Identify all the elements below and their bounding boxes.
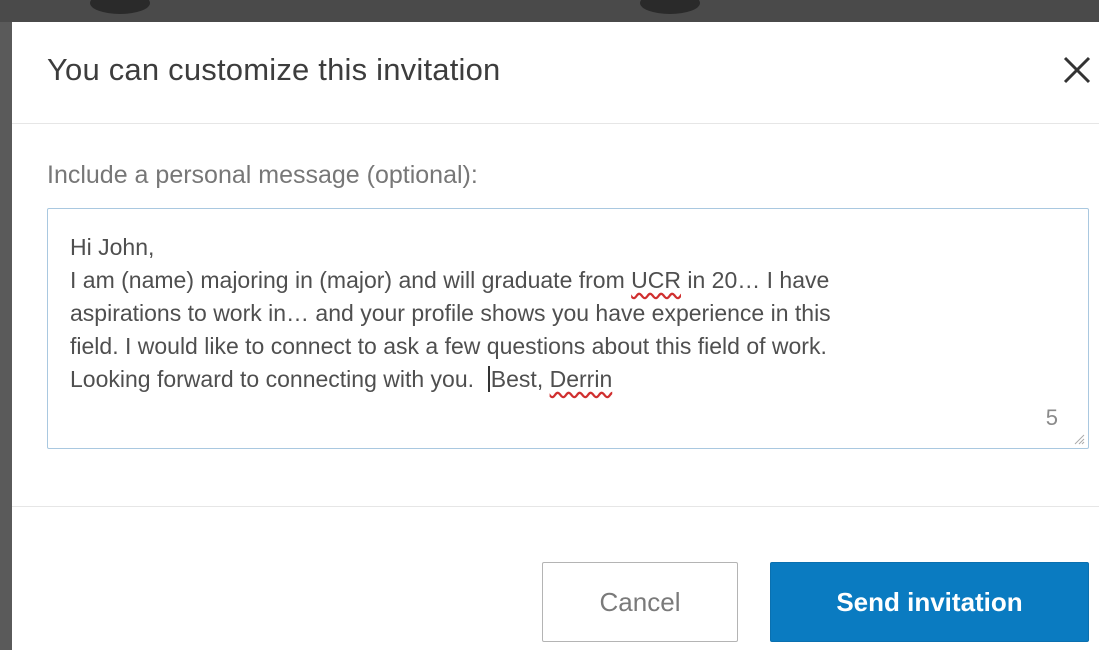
spellcheck-word: UCR xyxy=(631,267,681,293)
character-count: 5 xyxy=(1045,405,1058,430)
send-invitation-button[interactable]: Send invitation xyxy=(770,562,1089,642)
resize-handle-icon[interactable] xyxy=(1073,433,1085,445)
page-backdrop-edge xyxy=(0,22,12,650)
backdrop-shape xyxy=(640,0,700,14)
invitation-dialog: You can customize this invitation Includ… xyxy=(12,22,1099,650)
personal-message-textarea[interactable]: Hi John, I am (name) majoring in (major)… xyxy=(47,208,1089,449)
message-line: I am (name) majoring in (major) and will… xyxy=(70,264,1064,297)
dialog-header: You can customize this invitation xyxy=(12,22,1099,124)
cancel-button[interactable]: Cancel xyxy=(542,562,738,642)
message-greeting: Hi John, xyxy=(70,234,155,260)
dialog-title: You can customize this invitation xyxy=(47,52,501,87)
text-cursor xyxy=(487,366,490,392)
dialog-footer: Cancel Send invitation xyxy=(12,506,1099,650)
close-button[interactable] xyxy=(1057,50,1097,90)
message-line: Looking forward to connecting with you. … xyxy=(70,363,1064,396)
message-line: field. I would like to connect to ask a … xyxy=(70,333,827,359)
message-text: Looking forward to connecting with you. xyxy=(70,366,487,392)
message-label: Include a personal message (optional): xyxy=(47,161,478,189)
message-text: I am (name) majoring in (major) and will… xyxy=(70,267,632,293)
spellcheck-word: Derrin xyxy=(549,366,613,392)
backdrop-shape xyxy=(90,0,150,14)
page-backdrop xyxy=(0,0,1099,22)
close-icon xyxy=(1063,56,1091,84)
message-text: Best, xyxy=(490,366,550,392)
dialog-body: Include a personal message (optional): H… xyxy=(12,125,1099,505)
message-text: in 20… I have xyxy=(681,267,830,293)
message-line: aspirations to work in… and your profile… xyxy=(70,300,831,326)
